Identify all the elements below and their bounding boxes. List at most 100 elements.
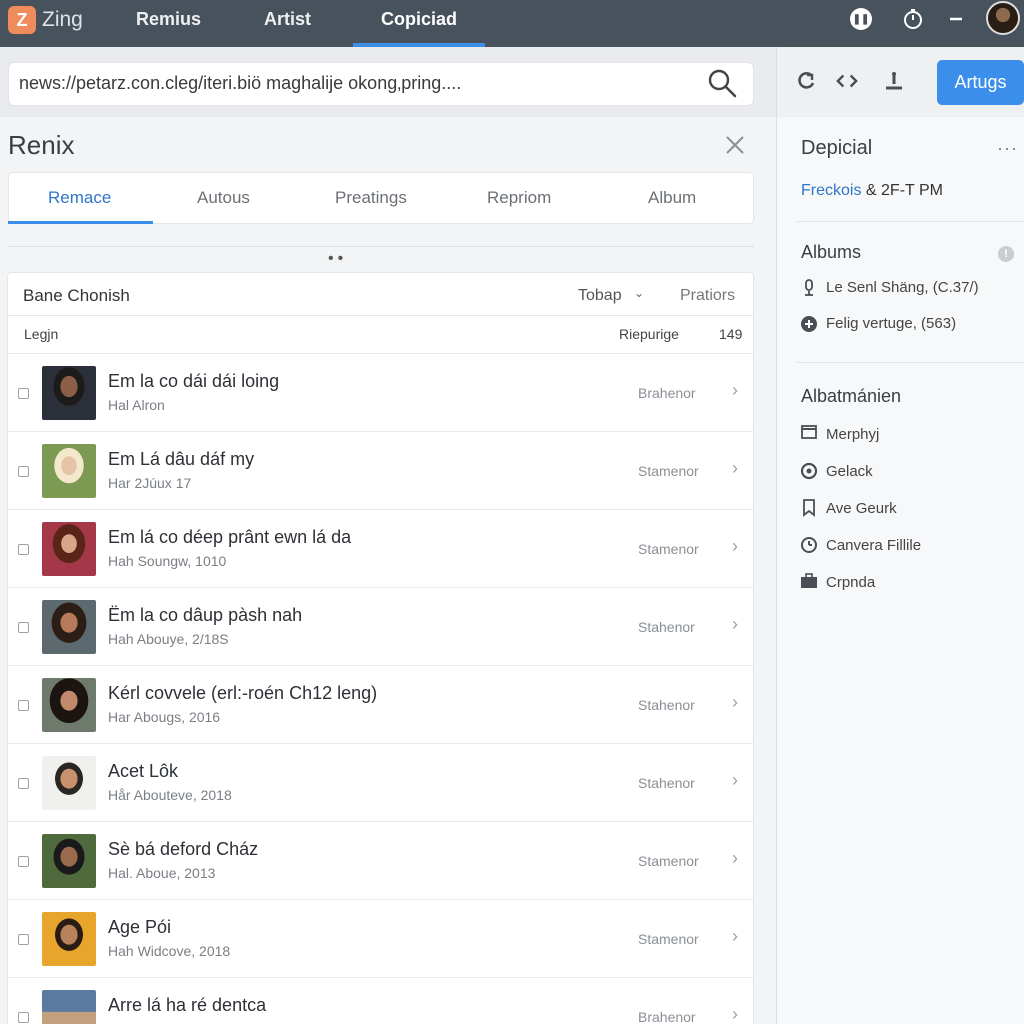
code-icon[interactable] — [836, 70, 858, 92]
song-title[interactable]: Age Pói — [108, 917, 171, 938]
song-tag: Brahenor — [638, 1009, 696, 1024]
chevron-down-icon[interactable]: ⌄ — [634, 286, 644, 300]
download-icon[interactable] — [883, 70, 905, 92]
tab-active-indicator — [8, 221, 153, 224]
chevron-right-icon[interactable]: › — [732, 458, 738, 479]
tab-preatings[interactable]: Preatings — [335, 188, 407, 208]
side-menu-item[interactable]: Gelack — [826, 463, 873, 480]
song-tag: Stamenor — [638, 931, 699, 947]
song-artist: Hal. Aboue, 2013 — [108, 865, 216, 881]
song-thumbnail — [42, 600, 96, 654]
row-checkbox[interactable] — [18, 466, 29, 477]
column-header-legjn[interactable]: Legjn — [24, 326, 58, 342]
page-title: Renix — [8, 130, 75, 160]
avatar[interactable] — [986, 1, 1020, 35]
song-title[interactable]: Ëm la co dâup pàsh nah — [108, 605, 302, 626]
sort-dropdown[interactable]: Tobap — [578, 287, 622, 305]
side-subtitle-time: & 2F-T PM — [861, 182, 943, 199]
nav-tab-copiciad[interactable]: Copiciad — [381, 9, 457, 30]
chevron-right-icon[interactable]: › — [732, 614, 738, 635]
artugs-button[interactable]: Artugs — [937, 60, 1024, 105]
song-title[interactable]: Arre lá ha ré dentca — [108, 995, 266, 1016]
chevron-right-icon[interactable]: › — [732, 926, 738, 947]
pause-icon[interactable]: ❚❚ — [850, 8, 872, 30]
divider — [796, 221, 1024, 222]
song-title[interactable]: Acet Lôk — [108, 761, 178, 782]
song-artist: Hår Abouteve, 2018 — [108, 787, 232, 803]
row-checkbox[interactable] — [18, 934, 29, 945]
song-tag: Stamenor — [638, 541, 699, 557]
song-tag: Stamenor — [638, 463, 699, 479]
chevron-right-icon[interactable]: › — [732, 380, 738, 401]
side-subtitle-link[interactable]: Freckois — [801, 182, 861, 199]
song-title[interactable]: Em lá co déep prânt ewn lá da — [108, 527, 351, 548]
row-checkbox[interactable] — [18, 388, 29, 399]
plus-circle-icon — [800, 315, 818, 333]
bookmark-icon — [800, 499, 818, 517]
row-checkbox[interactable] — [18, 622, 29, 633]
column-header-riepurige[interactable]: Riepurige — [619, 326, 679, 342]
song-title[interactable]: Em la co dái dái loing — [108, 371, 279, 392]
chevron-right-icon[interactable]: › — [732, 692, 738, 713]
row-checkbox[interactable] — [18, 778, 29, 789]
table-row[interactable]: Em la co dái dái loing Hal Alron Braheno… — [8, 354, 753, 432]
song-thumbnail — [42, 834, 96, 888]
album-item[interactable]: Le Senl Shäng, (C.37/) — [826, 279, 979, 296]
table-row[interactable]: Ëm la co dâup pàsh nah Hah Abouye, 2/18S… — [8, 588, 753, 666]
pratiors-link[interactable]: Pratiors — [680, 287, 735, 305]
table-row[interactable]: Sè bá deford Cház Hal. Aboue, 2013 Stame… — [8, 822, 753, 900]
tab-remace[interactable]: Remace — [48, 188, 111, 208]
nav-tab-artist[interactable]: Artist — [264, 9, 311, 30]
table-row[interactable]: Em Lá dâu dáf my Har 2Júux 17 Stamenor › — [8, 432, 753, 510]
address-url[interactable]: news://petarz.con.cleg/iteri.biö maghali… — [19, 73, 461, 94]
brand-name[interactable]: Zing — [42, 8, 83, 32]
song-artist: Hah Soungw, 1010 — [108, 553, 227, 569]
song-title[interactable]: Sè bá deford Cház — [108, 839, 258, 860]
chevron-right-icon[interactable]: › — [732, 848, 738, 869]
briefcase-icon — [800, 573, 818, 591]
table-row[interactable]: Age Pói Hah Widcove, 2018 Stamenor › — [8, 900, 753, 978]
song-tag: Stamenor — [638, 853, 699, 869]
song-title[interactable]: Kérl covvele (erl:-roén Ch12 leng) — [108, 683, 377, 704]
table-row[interactable]: Arre lá ha ré dentca Brahenor › — [8, 978, 753, 1024]
chevron-right-icon[interactable]: › — [732, 1004, 738, 1024]
divider — [8, 246, 754, 247]
row-checkbox[interactable] — [18, 700, 29, 711]
clock-icon — [800, 536, 818, 554]
tab-autous[interactable]: Autous — [197, 188, 250, 208]
row-checkbox[interactable] — [18, 856, 29, 867]
search-icon[interactable] — [706, 67, 738, 99]
chevron-right-icon[interactable]: › — [732, 536, 738, 557]
song-title[interactable]: Em Lá dâu dáf my — [108, 449, 254, 470]
list-title: Bane Chonish — [23, 286, 130, 305]
album-item[interactable]: Felig vertuge, (563) — [826, 315, 956, 332]
drag-handle[interactable]: •• — [328, 250, 347, 268]
nav-tab-remius[interactable]: Remius — [136, 9, 201, 30]
song-thumbnail — [42, 990, 96, 1024]
chevron-right-icon[interactable]: › — [732, 770, 738, 791]
minus-icon[interactable] — [943, 6, 969, 32]
row-checkbox[interactable] — [18, 544, 29, 555]
song-tag: Stahenor — [638, 697, 695, 713]
row-checkbox[interactable] — [18, 1012, 29, 1023]
more-icon[interactable]: ··· — [997, 138, 1018, 159]
window-icon — [800, 425, 818, 443]
song-tag: Stahenor — [638, 775, 695, 791]
albums-title: Albums — [801, 242, 862, 262]
timer-icon[interactable] — [900, 6, 926, 32]
song-artist: Hah Widcove, 2018 — [108, 943, 231, 959]
side-menu-item[interactable]: Crpnda — [826, 574, 875, 591]
side-menu-item[interactable]: Canvera Fillile — [826, 537, 921, 554]
info-icon[interactable]: ! — [998, 246, 1014, 262]
tab-album[interactable]: Album — [648, 188, 696, 208]
table-row[interactable]: Em lá co déep prânt ewn lá da Hah Soungw… — [8, 510, 753, 588]
close-icon[interactable] — [722, 132, 748, 158]
table-row[interactable]: Acet Lôk Hår Abouteve, 2018 Stahenor › — [8, 744, 753, 822]
side-menu-item[interactable]: Merphyj — [826, 426, 879, 443]
zing-logo-icon[interactable]: Z — [8, 6, 36, 34]
tab-repriom[interactable]: Repriom — [487, 188, 551, 208]
side-menu-item[interactable]: Ave Geurk — [826, 500, 897, 517]
table-row[interactable]: Kérl covvele (erl:-roén Ch12 leng) Har A… — [8, 666, 753, 744]
side-panel-title: Depicial — [801, 137, 873, 159]
back-icon[interactable] — [796, 70, 818, 92]
